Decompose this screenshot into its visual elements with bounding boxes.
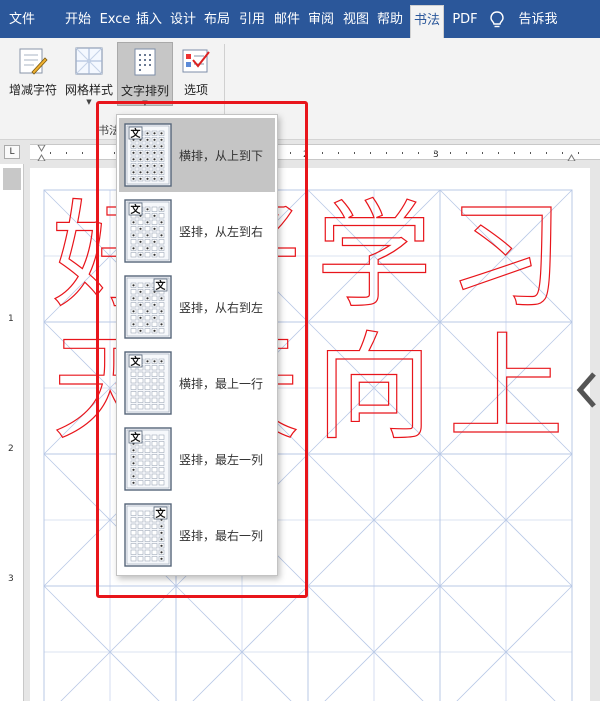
grid-style-button[interactable]: 网格样式 ▼ (62, 42, 116, 106)
tab-review[interactable]: 审阅 (306, 0, 336, 38)
tab-help[interactable]: 帮助 (374, 0, 406, 38)
lightbulb-icon[interactable] (490, 11, 504, 29)
calligraphy-character[interactable]: 上 (447, 320, 564, 456)
menu-icon-glyph: 文 (131, 431, 142, 444)
menu-item[interactable]: 文竖排，从右到左 (119, 270, 275, 344)
menu-item[interactable]: 文竖排，最右一列 (119, 498, 275, 572)
menu-item[interactable]: 文竖排，从左到右 (119, 194, 275, 268)
ruler-number: 3 (8, 574, 14, 584)
add-remove-chars-label: 增减字符 (8, 83, 57, 97)
menu-item[interactable]: 文竖排，最左一列 (119, 422, 275, 496)
text-layout-icon: 文 (124, 503, 172, 567)
tell-me-search[interactable]: 告诉我 (510, 0, 566, 38)
text-arrangement-menu: 文横排，从上到下文竖排，从左到右文竖排，从右到左文横排，最上一行文竖排，最左一列… (116, 114, 278, 576)
menu-icon-glyph: 文 (131, 203, 142, 216)
menu-icon-glyph: 文 (156, 507, 167, 520)
vertical-ruler[interactable]: 1 2 3 (0, 164, 24, 701)
text-layout-icon: 文 (124, 427, 172, 491)
menu-item-label: 横排，最上一行 (179, 377, 264, 391)
text-layout-icon: 文 (124, 351, 172, 415)
menu-item-label: 横排，从上到下 (179, 149, 264, 163)
horizontal-ruler[interactable]: L 2 3 (0, 140, 600, 164)
tab-calligraphy[interactable]: 书法 (410, 5, 444, 38)
text-arrangement-icon (134, 48, 156, 76)
options-label: 选项 (183, 83, 208, 97)
tab-references[interactable]: 引用 (236, 0, 268, 38)
calligraphy-grid: 好好学习天天向上 (43, 188, 573, 701)
tab-design[interactable]: 设计 (168, 0, 198, 38)
tab-file[interactable]: 文件 (4, 0, 40, 38)
tab-view[interactable]: 视图 (340, 0, 372, 38)
text-layout-icon: 文 (124, 275, 172, 339)
chevron-down-icon: ▼ (86, 98, 92, 106)
chevron-down-icon: ▼ (142, 99, 148, 107)
menu-icon-glyph: 文 (131, 355, 142, 368)
tab-insert[interactable]: 插入 (134, 0, 164, 38)
text-arrangement-label: 文字排列 (120, 84, 169, 98)
ruler-margin-shade (3, 168, 21, 190)
word-window: 文件 开始 Exce 插入 设计 布局 引用 邮件 审阅 视图 帮助 书法 PD… (0, 0, 600, 701)
tab-stop-selector[interactable]: L (4, 145, 20, 159)
ruler-number: 1 (8, 314, 14, 324)
menu-item-label: 竖排，最右一列 (179, 529, 264, 543)
calligraphy-character[interactable]: 习 (447, 188, 564, 324)
document-page[interactable]: 好好学习天天向上 (30, 168, 590, 701)
tab-layout[interactable]: 布局 (202, 0, 232, 38)
menu-item-label: 竖排，最左一列 (179, 453, 264, 467)
add-remove-chars-button[interactable]: 增减字符 (6, 42, 60, 106)
collapse-arrow-icon[interactable] (574, 370, 600, 410)
menu-icon-glyph: 文 (131, 127, 142, 140)
ribbon-calligraphy-panel: 增减字符 网格样式 ▼ 文字排列 ▼ 选项 书法 (0, 38, 600, 140)
menu-icon-glyph: 文 (156, 279, 167, 292)
tab-excel[interactable]: Exce (98, 0, 132, 38)
text-layout-icon: 文 (124, 123, 172, 187)
tab-home[interactable]: 开始 (62, 0, 94, 38)
text-layout-icon: 文 (124, 199, 172, 263)
grid-style-icon (75, 47, 103, 75)
menu-item[interactable]: 文横排，从上到下 (119, 118, 275, 192)
ruler-number: 2 (8, 444, 14, 454)
calligraphy-character[interactable]: 学 (315, 188, 432, 324)
ruler-number: 3 (433, 150, 439, 160)
tab-mailings[interactable]: 邮件 (272, 0, 302, 38)
ruler-number: 2 (303, 150, 309, 160)
menu-item-label: 竖排，从右到左 (179, 301, 264, 315)
char-grid-pencil-icon (19, 48, 48, 75)
menu-item[interactable]: 文横排，最上一行 (119, 346, 275, 420)
grid-style-label: 网格样式 (64, 83, 113, 97)
calligraphy-character[interactable]: 向 (315, 320, 432, 456)
text-arrangement-button[interactable]: 文字排列 ▼ (117, 42, 173, 107)
checklist-icon (182, 49, 210, 73)
menu-item-label: 竖排，从左到右 (179, 225, 264, 239)
ribbon-tab-bar: 文件 开始 Exce 插入 设计 布局 引用 邮件 审阅 视图 帮助 书法 PD… (0, 0, 600, 38)
options-button[interactable]: 选项 (176, 42, 216, 106)
tab-pdf[interactable]: PDF (448, 0, 482, 38)
